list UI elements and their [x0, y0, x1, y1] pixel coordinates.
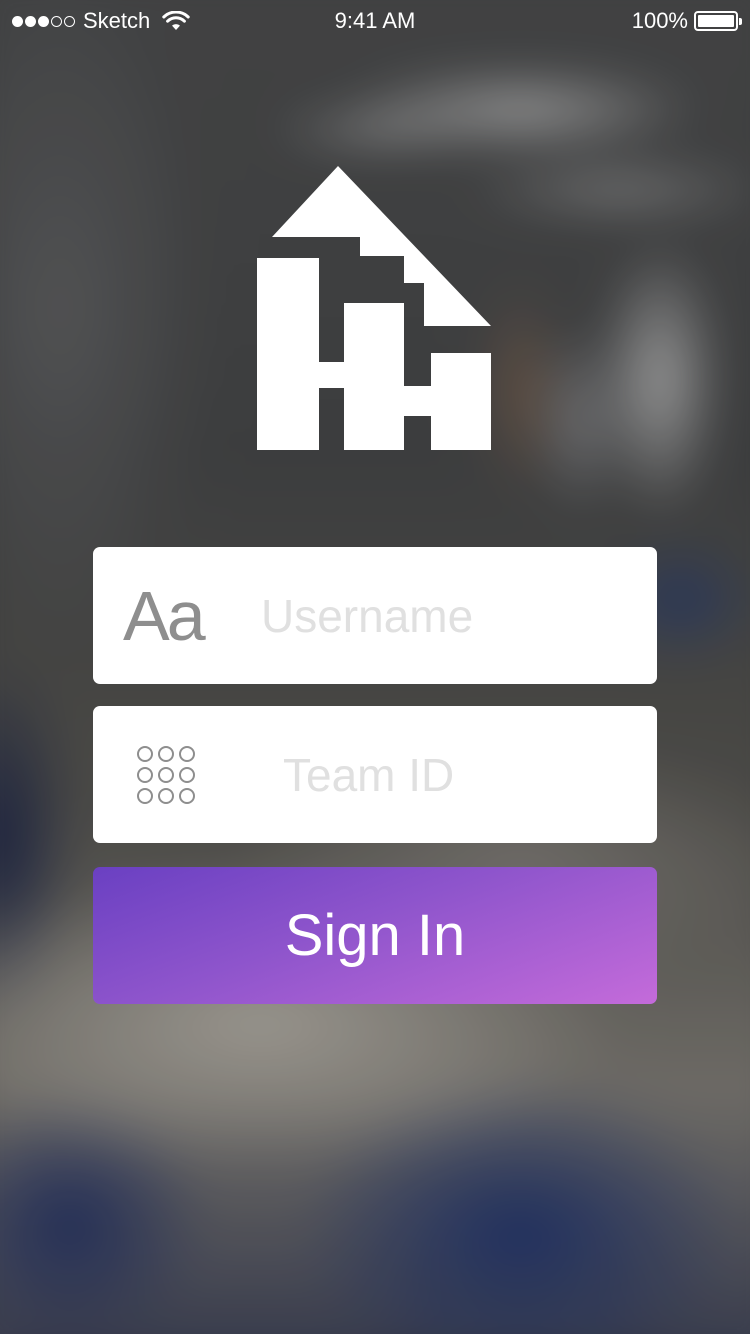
building-arrow-logo	[257, 166, 491, 450]
login-screen: Sketch 9:41 AM 100% Aa Username Team ID …	[0, 0, 750, 1334]
keypad-icon	[123, 706, 195, 843]
status-bar: Sketch 9:41 AM 100%	[0, 0, 750, 40]
text-aa-icon: Aa	[123, 547, 206, 684]
status-right: 100%	[631, 8, 742, 34]
battery-percentage: 100%	[631, 8, 688, 33]
team-id-field[interactable]	[93, 706, 657, 843]
battery-icon	[694, 11, 742, 31]
text-aa-glyph: Aa	[123, 576, 206, 655]
battery-cap	[739, 18, 742, 25]
username-field[interactable]: Aa	[93, 547, 657, 684]
sign-in-button[interactable]: Sign In	[93, 867, 657, 1004]
team-id-input[interactable]	[283, 706, 633, 843]
battery-fill	[698, 15, 734, 27]
username-input[interactable]	[261, 547, 631, 684]
keypad-dots	[137, 745, 195, 804]
